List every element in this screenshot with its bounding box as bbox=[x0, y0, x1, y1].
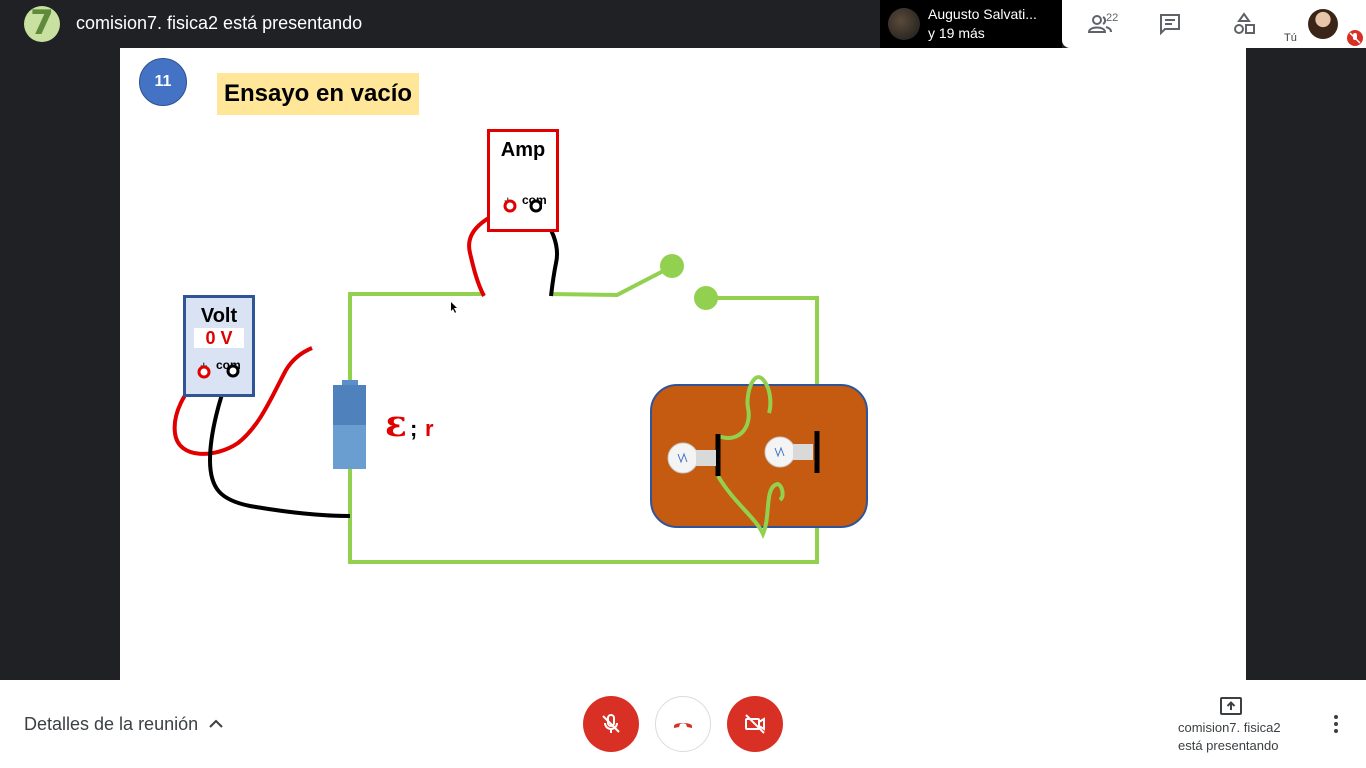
participant-name: Augusto Salvati... bbox=[928, 6, 1037, 22]
people-count: 22 bbox=[1106, 12, 1119, 24]
slide-title: Ensayo en vacío bbox=[217, 73, 419, 115]
ammeter-terminals bbox=[503, 199, 542, 213]
voltmeter-terminals bbox=[197, 364, 240, 379]
mic-toggle-button[interactable] bbox=[583, 696, 639, 752]
presenter-title: comision7. fisica2 está presentando bbox=[76, 13, 363, 33]
presenter-avatar: 7 bbox=[24, 6, 60, 42]
switch-contact-top bbox=[660, 254, 684, 278]
participants-more: y 19 más bbox=[928, 25, 985, 41]
self-label: Tú bbox=[1284, 32, 1297, 44]
participant-thumbnail bbox=[888, 8, 920, 40]
presenting-status-line2: está presentando bbox=[1178, 738, 1279, 753]
muted-mic-icon bbox=[1347, 30, 1363, 46]
presenter-avatar-glyph: 7 bbox=[30, 6, 54, 42]
emf-symbol: ε bbox=[385, 403, 407, 445]
ammeter: Amp + com bbox=[487, 129, 559, 232]
chat-icon[interactable] bbox=[1154, 8, 1186, 40]
switch-contact-bottom bbox=[694, 286, 718, 310]
presenting-status-line1: comision7. fisica2 bbox=[1178, 720, 1281, 735]
circuit-diagram bbox=[172, 205, 868, 564]
voltmeter-reading: 0 V bbox=[194, 328, 244, 348]
meeting-toolbar bbox=[1062, 0, 1280, 48]
bottom-bar: Detalles de la reunión comision7. fisica… bbox=[0, 680, 1366, 768]
meeting-details-button[interactable]: Detalles de la reunión bbox=[24, 714, 198, 735]
self-avatar bbox=[1308, 9, 1338, 39]
camera-toggle-button[interactable] bbox=[727, 696, 783, 752]
internal-resistance-label: r bbox=[425, 416, 434, 441]
self-tile[interactable]: Tú bbox=[1280, 0, 1366, 48]
leave-call-button[interactable] bbox=[655, 696, 711, 752]
presentation-slide: 11 Ensayo en vacío Amp + com Volt 0 V + … bbox=[120, 48, 1246, 680]
ammeter-label: Amp bbox=[500, 139, 546, 161]
more-options-icon[interactable] bbox=[1326, 712, 1346, 736]
top-bar: 7 comision7. fisica2 está presentando Au… bbox=[0, 0, 1366, 48]
voltmeter: Volt 0 V + com bbox=[183, 295, 255, 397]
voltmeter-label: Volt bbox=[200, 305, 238, 327]
slide-number: 11 bbox=[139, 58, 187, 106]
wire-switch-arm bbox=[549, 265, 672, 298]
phone-hangup-icon bbox=[674, 723, 692, 728]
wire-top-left bbox=[348, 292, 482, 384]
mouse-cursor bbox=[451, 302, 457, 313]
camera-off-icon bbox=[745, 714, 765, 734]
mic-off-icon bbox=[602, 714, 620, 733]
participants-strip[interactable]: Augusto Salvati... y 19 más bbox=[880, 0, 1062, 48]
activities-icon[interactable] bbox=[1228, 8, 1260, 40]
battery-shade bbox=[333, 385, 366, 425]
chevron-up-icon[interactable] bbox=[206, 714, 226, 734]
emf-separator: ; bbox=[410, 416, 418, 441]
present-screen-icon[interactable] bbox=[1219, 694, 1243, 718]
